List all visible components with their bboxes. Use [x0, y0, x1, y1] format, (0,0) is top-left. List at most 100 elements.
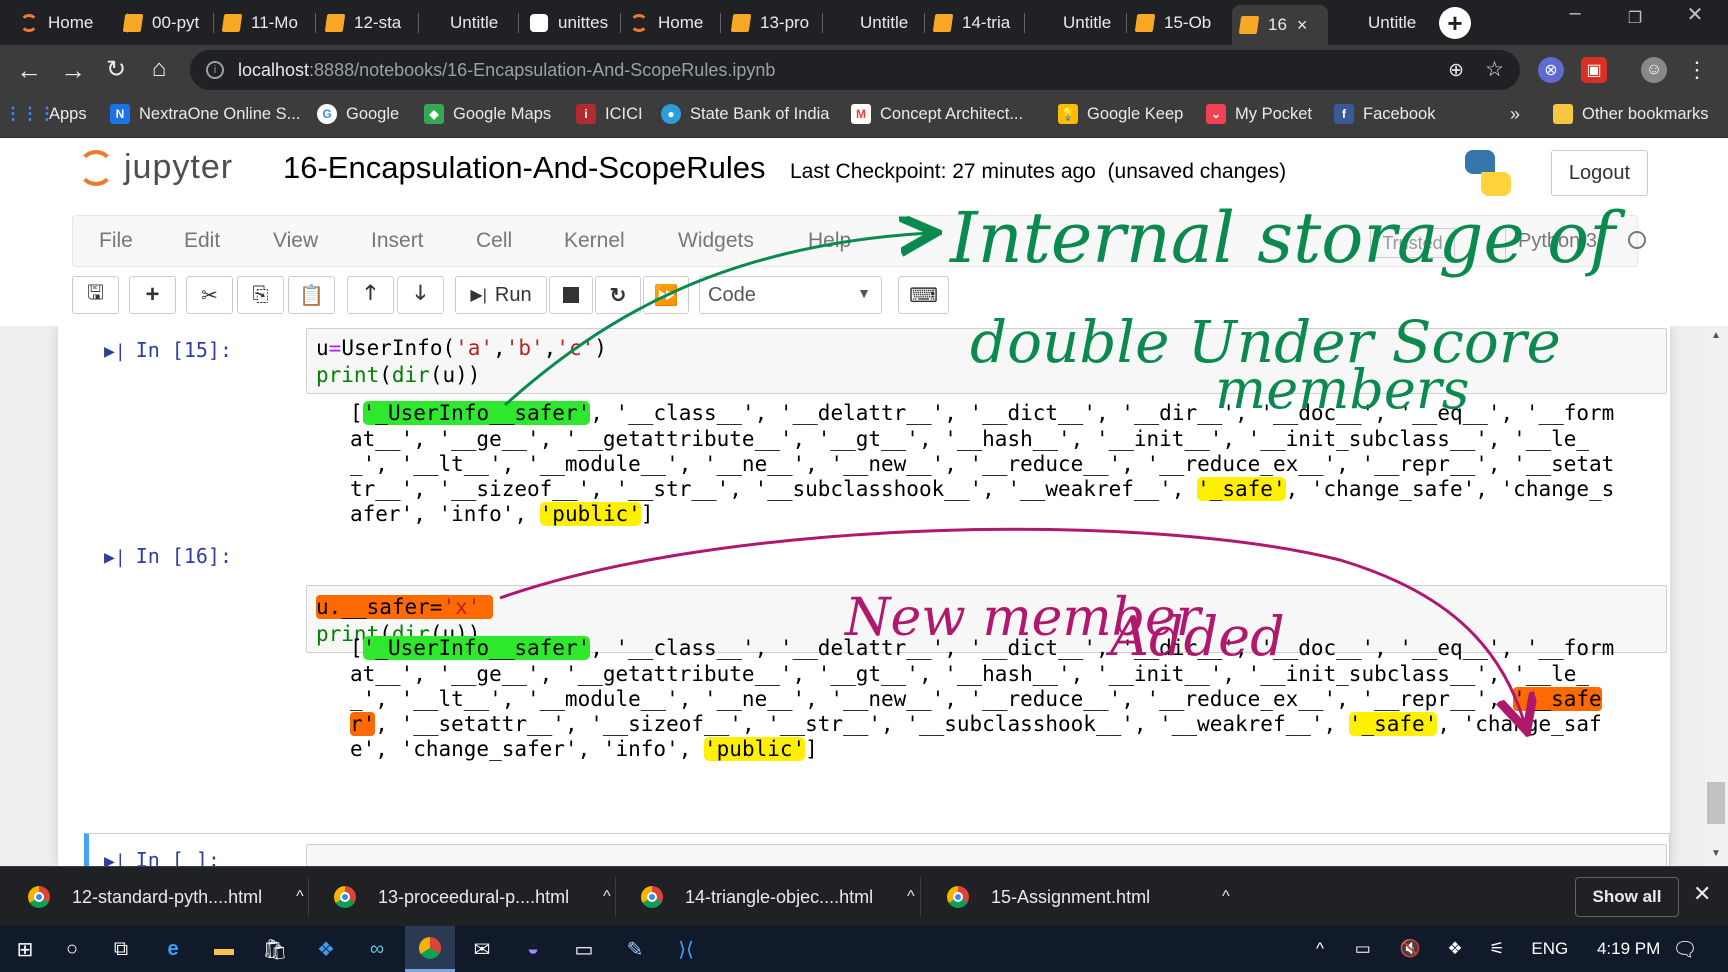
cell-empty-input[interactable]	[306, 844, 1667, 866]
close-window-icon[interactable]: ✕	[1670, 2, 1720, 27]
chrome-taskbar-icon[interactable]	[405, 926, 455, 972]
cell-empty-prompt[interactable]: ▶| In [ ]:	[104, 848, 220, 866]
show-all-downloads-button[interactable]: Show all	[1575, 877, 1679, 917]
bookmark-other[interactable]: Other bookmarks	[1553, 104, 1709, 124]
dropbox-tray-icon[interactable]: ❖	[1447, 939, 1462, 958]
menu-edit[interactable]: Edit	[184, 229, 220, 253]
menu-file[interactable]: File	[99, 229, 133, 253]
back-icon[interactable]: ←	[14, 55, 44, 86]
chevron-up-icon[interactable]: ^	[603, 888, 611, 906]
info-icon[interactable]: i	[206, 61, 224, 79]
tab-14[interactable]: Untitle	[1368, 4, 1428, 41]
cell-16-prompt[interactable]: ▶| In [16]:	[104, 544, 232, 568]
tab-8[interactable]: 13-pro	[724, 4, 820, 41]
close-shelf-icon[interactable]: ✕	[1693, 881, 1711, 907]
tab-6[interactable]: unittes	[522, 4, 618, 41]
bookmark-pocket[interactable]: ⌄ My Pocket	[1206, 104, 1312, 124]
bookmark-google[interactable]: G Google	[317, 104, 399, 124]
bookmark-sbi[interactable]: ● State Bank of India	[661, 104, 829, 124]
chevron-up-icon[interactable]: ^	[296, 888, 304, 906]
tab-11[interactable]: Untitle	[1063, 4, 1123, 41]
avatar[interactable]: ☺	[1641, 57, 1667, 83]
move-down-button[interactable]: 🡓	[397, 276, 444, 314]
bookmark-keep[interactable]: 💡 Google Keep	[1058, 104, 1183, 124]
restart-run-all-button[interactable]: ⏩	[643, 276, 689, 314]
dropbox-icon[interactable]: ❖	[301, 926, 351, 972]
tab-10[interactable]: 14-tria	[926, 4, 1022, 41]
notebook-area[interactable]: ▶| In [15]: u=UserInfo('a','b','c') print…	[0, 326, 1728, 866]
url-input[interactable]: i localhost:8888/notebooks/16-Encapsulat…	[190, 50, 1520, 90]
cut-button[interactable]: ✂	[186, 276, 233, 314]
extension-icon[interactable]: ⊗	[1538, 57, 1564, 83]
terminal-icon[interactable]: ▭	[559, 926, 609, 972]
tab-9[interactable]: Untitle	[860, 4, 920, 41]
search-icon[interactable]: ○	[47, 926, 97, 972]
chevron-up-icon[interactable]: ^	[907, 888, 915, 906]
paste-button[interactable]: 📋	[288, 276, 335, 314]
volume-mute-icon[interactable]: 🔇	[1400, 939, 1421, 958]
edge-icon[interactable]: e	[148, 926, 198, 972]
more-menu-icon[interactable]: ⋮	[1684, 57, 1710, 83]
trusted-badge[interactable]: Trusted	[1370, 228, 1455, 258]
command-palette-button[interactable]: ⌨	[898, 276, 949, 314]
menu-widgets[interactable]: Widgets	[678, 229, 754, 253]
save-button[interactable]: 🖫	[72, 276, 119, 314]
scroll-up-icon[interactable]: ▲	[1711, 330, 1721, 341]
cell-15-prompt[interactable]: ▶| In [15]:	[104, 338, 232, 362]
kernel-name[interactable]: Python 3	[1518, 230, 1597, 253]
menu-insert[interactable]: Insert	[371, 229, 424, 253]
scrollbar-thumb[interactable]	[1707, 782, 1725, 824]
infinity-app-icon[interactable]: ∞	[352, 926, 402, 972]
notification-icon[interactable]: 🗨	[1660, 926, 1710, 972]
bookmark-facebook[interactable]: f Facebook	[1334, 104, 1435, 124]
interrupt-button[interactable]	[549, 276, 593, 314]
insert-cell-button[interactable]: +	[129, 276, 176, 314]
notepad-icon[interactable]: ✎	[610, 926, 660, 972]
forward-icon[interactable]: →	[58, 55, 88, 86]
extension-red-icon[interactable]: ▣	[1581, 57, 1607, 83]
tab-2[interactable]: 00-pyt	[116, 4, 212, 41]
menu-kernel[interactable]: Kernel	[564, 229, 625, 253]
windows-start-icon[interactable]: ⊞	[0, 926, 50, 972]
copy-button[interactable]: ⎘	[237, 276, 284, 314]
download-item-2[interactable]: 13-proceedural-p....html ^	[334, 867, 611, 927]
chevron-up-icon[interactable]: ^	[1316, 939, 1324, 958]
menu-view[interactable]: View	[273, 229, 318, 253]
new-tab-button[interactable]: +	[1439, 7, 1471, 39]
restore-icon[interactable]: ❐	[1610, 8, 1660, 28]
logout-button[interactable]: Logout	[1551, 150, 1648, 196]
store-icon[interactable]: 🛍	[250, 926, 300, 972]
home-icon[interactable]: ⌂	[144, 55, 174, 83]
bookmark-star-icon[interactable]: ☆	[1485, 57, 1504, 82]
language-indicator[interactable]: ENG	[1531, 939, 1568, 958]
jupyter-logo-text[interactable]: jupyter	[124, 148, 233, 187]
tab-3[interactable]: 11-Mo	[215, 4, 311, 41]
notebook-name[interactable]: 16-Encapsulation-And-ScopeRules	[283, 150, 766, 186]
bookmark-apps[interactable]: ⋮⋮⋮ Apps	[5, 104, 87, 124]
tab-4[interactable]: 12-sta	[318, 4, 414, 41]
jupyter-logo-icon[interactable]	[78, 150, 114, 186]
menu-help[interactable]: Help	[808, 229, 851, 253]
download-item-3[interactable]: 14-triangle-objec....html ^	[641, 867, 915, 927]
run-cell-icon[interactable]: ▶|	[104, 341, 126, 362]
download-item-1[interactable]: 12-standard-pyth....html ^	[28, 867, 304, 927]
tab-13-active[interactable]: 16 ×	[1232, 5, 1328, 45]
vscode-icon[interactable]: ⟩⟨	[661, 926, 711, 972]
reload-icon[interactable]: ↻	[101, 55, 131, 84]
eclipse-icon[interactable]: ◒	[508, 926, 558, 972]
minimize-icon[interactable]: –	[1550, 2, 1600, 25]
bookmarks-more-icon[interactable]: »	[1510, 104, 1520, 125]
tab-5[interactable]: Untitle	[450, 4, 510, 41]
run-cell-icon[interactable]: ▶|	[104, 547, 126, 568]
cell-type-select[interactable]: Code ▼	[699, 276, 882, 314]
mail-icon[interactable]: ✉	[457, 926, 507, 972]
battery-icon[interactable]: ▭	[1355, 939, 1371, 958]
move-up-button[interactable]: 🡑	[347, 276, 394, 314]
network-icon[interactable]: ⚟	[1489, 939, 1504, 958]
task-view-icon[interactable]: ⧉	[96, 926, 146, 972]
tab-1[interactable]: Home	[12, 4, 127, 41]
bookmark-icici[interactable]: i ICICI	[576, 104, 643, 124]
bookmark-nextraone[interactable]: N NextraOne Online S...	[110, 104, 300, 124]
close-tab-icon[interactable]: ×	[1297, 15, 1308, 36]
download-item-4[interactable]: 15-Assignment.html ^	[947, 867, 1230, 927]
